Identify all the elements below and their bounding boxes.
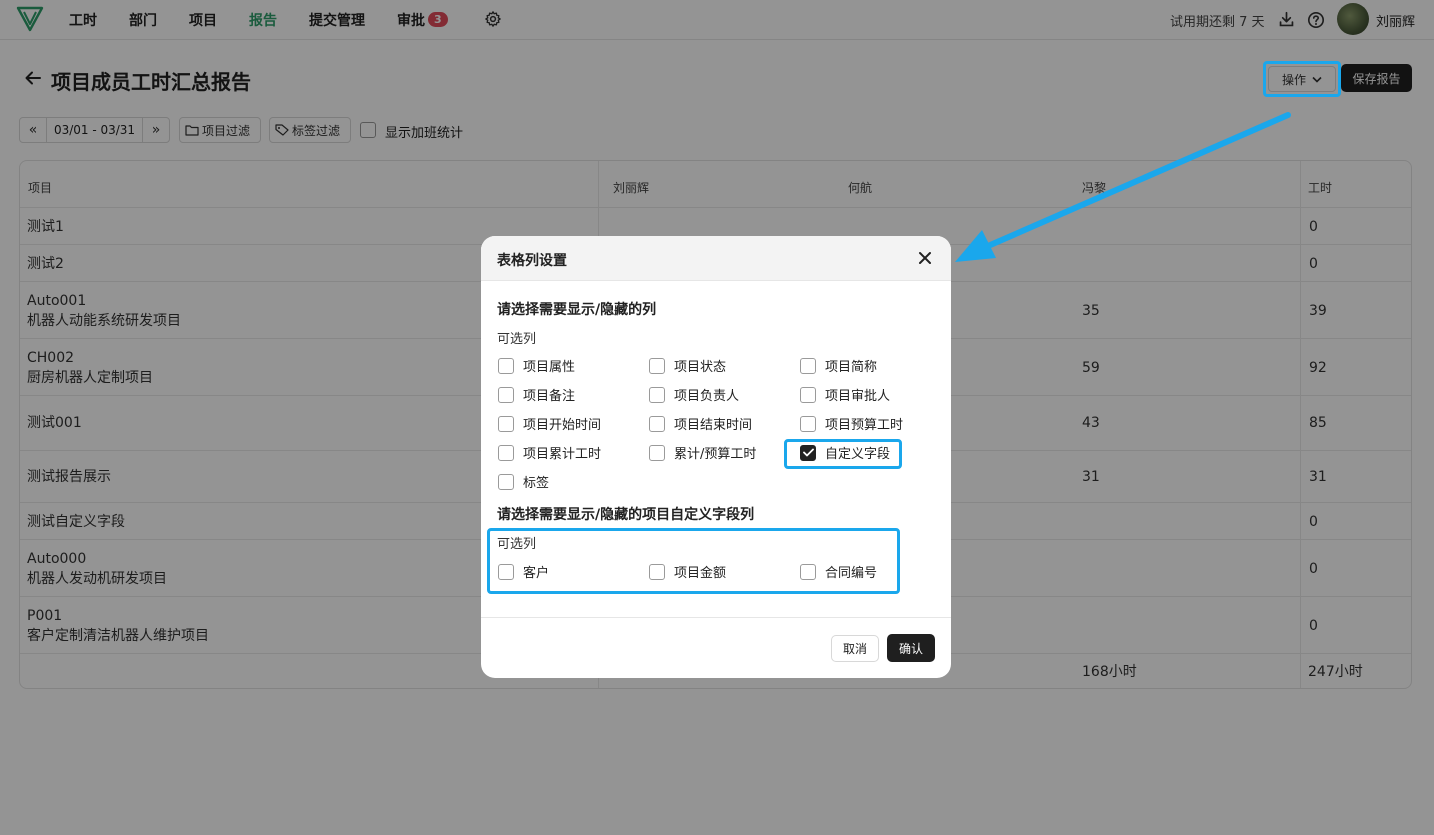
checkbox[interactable] bbox=[498, 386, 514, 403]
checkbox[interactable] bbox=[800, 386, 816, 403]
option-project-short-name[interactable]: 项目简称 bbox=[800, 356, 877, 375]
option-label: 项目属性 bbox=[523, 360, 576, 375]
section-columns-title: 请选择需要显示/隐藏的列 bbox=[497, 302, 657, 318]
option-project-attribute[interactable]: 项目属性 bbox=[498, 356, 575, 375]
custom-field-highlight bbox=[784, 439, 902, 469]
option-label: 项目简称 bbox=[825, 360, 878, 375]
option-project-accumulated-hours[interactable]: 项目累计工时 bbox=[498, 443, 601, 462]
option-label: 项目状态 bbox=[674, 360, 727, 375]
option-project-status[interactable]: 项目状态 bbox=[649, 356, 726, 375]
option-project-start-time[interactable]: 项目开始时间 bbox=[498, 414, 601, 433]
checkbox[interactable] bbox=[498, 444, 514, 461]
option-project-remark[interactable]: 项目备注 bbox=[498, 385, 575, 404]
modal-title: 表格列设置 bbox=[497, 253, 567, 269]
checkbox[interactable] bbox=[800, 357, 816, 374]
modal-header: 表格列设置 bbox=[481, 236, 951, 281]
checkbox[interactable] bbox=[498, 357, 514, 374]
checkbox[interactable] bbox=[649, 357, 665, 374]
option-project-approver[interactable]: 项目审批人 bbox=[800, 385, 890, 404]
checkbox[interactable] bbox=[800, 415, 816, 432]
option-label: 累计/预算工时 bbox=[674, 447, 757, 462]
option-accumulated-budget-ratio[interactable]: 累计/预算工时 bbox=[649, 443, 756, 462]
checkbox[interactable] bbox=[498, 415, 514, 432]
section-columns-subtitle: 可选列 bbox=[497, 332, 537, 347]
close-icon[interactable] bbox=[918, 251, 932, 265]
cancel-button[interactable]: 取消 bbox=[831, 635, 879, 662]
option-label: 标签 bbox=[523, 476, 550, 491]
option-label: 项目审批人 bbox=[825, 389, 891, 404]
option-label: 项目负责人 bbox=[674, 389, 740, 404]
custom-field-group-highlight bbox=[487, 528, 900, 594]
option-label: 项目结束时间 bbox=[674, 418, 753, 433]
option-label: 项目累计工时 bbox=[523, 447, 602, 462]
checkbox[interactable] bbox=[649, 444, 665, 461]
checkbox[interactable] bbox=[649, 415, 665, 432]
option-label: 项目备注 bbox=[523, 389, 576, 404]
option-tags[interactable]: 标签 bbox=[498, 472, 549, 491]
option-project-owner[interactable]: 项目负责人 bbox=[649, 385, 739, 404]
confirm-button[interactable]: 确认 bbox=[887, 634, 935, 662]
checkbox[interactable] bbox=[649, 386, 665, 403]
option-label: 项目预算工时 bbox=[825, 418, 904, 433]
option-label: 项目开始时间 bbox=[523, 418, 602, 433]
option-project-end-time[interactable]: 项目结束时间 bbox=[649, 414, 752, 433]
operations-highlight bbox=[1263, 61, 1341, 97]
checkbox[interactable] bbox=[498, 473, 514, 490]
option-project-budget-hours[interactable]: 项目预算工时 bbox=[800, 414, 903, 433]
section-custom-fields-title: 请选择需要显示/隐藏的项目自定义字段列 bbox=[497, 507, 755, 523]
modal-footer-divider bbox=[481, 617, 951, 618]
